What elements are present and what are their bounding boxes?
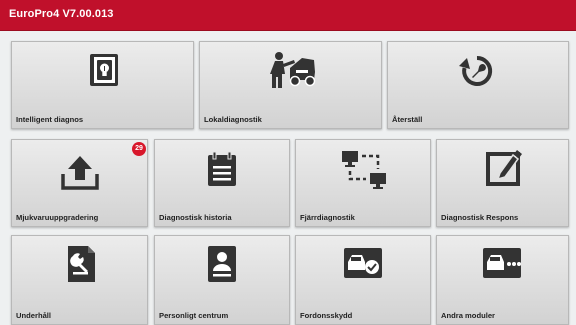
local-diagnose-icon — [270, 52, 316, 88]
tile-label: Underhåll — [16, 311, 52, 320]
tile-label: Återställ — [392, 115, 423, 124]
reset-icon — [459, 55, 493, 86]
tile-underhall[interactable]: Underhåll — [11, 235, 148, 325]
tile-diagnostisk-respons[interactable]: Diagnostisk Respons — [436, 139, 569, 227]
tile-intelligent-diagnos[interactable]: Intelligent diagnos — [11, 41, 194, 129]
tile-diagnostisk-historia[interactable]: Diagnostisk historia — [154, 139, 290, 227]
tile-label: Mjukvaruuppgradering — [16, 213, 99, 222]
tile-label: Intelligent diagnos — [16, 115, 84, 124]
tile-aterstall[interactable]: Återställ — [387, 41, 569, 129]
tile-mjukvaruuppgradering[interactable]: 29 Mjukvaruuppgradering — [11, 139, 148, 227]
clipboard-icon — [208, 151, 236, 186]
upload-icon — [61, 156, 99, 190]
remote-diagnose-icon — [342, 151, 386, 189]
title-bar: EuroPro4 V7.00.013 — [0, 0, 576, 31]
tile-label: Andra moduler — [441, 311, 496, 320]
tile-label: Diagnostisk historia — [159, 213, 232, 222]
other-modules-icon — [483, 248, 521, 278]
tile-personligt-centrum[interactable]: Personligt centrum — [154, 235, 290, 325]
tile-lokaldiagnostik[interactable]: Lokaldiagnostik — [199, 41, 382, 129]
tile-andra-moduler[interactable]: Andra moduler — [436, 235, 569, 325]
update-count-badge: 29 — [132, 142, 146, 156]
tile-fordonsskydd[interactable]: Fordonsskydd — [295, 235, 431, 325]
tile-label: Diagnostisk Respons — [441, 213, 519, 222]
tile-label: Fordonsskydd — [300, 311, 353, 320]
tile-fjarrdiagnostik[interactable]: Fjärrdiagnostik — [295, 139, 431, 227]
maintenance-doc-icon — [68, 246, 95, 282]
tile-label: Personligt centrum — [159, 311, 229, 320]
vehicle-protect-icon — [344, 248, 382, 278]
app-title: EuroPro4 V7.00.013 — [9, 8, 114, 20]
feedback-edit-icon — [486, 150, 522, 186]
tile-label: Fjärrdiagnostik — [300, 213, 355, 222]
tile-label: Lokaldiagnostik — [204, 115, 262, 124]
personal-center-icon — [208, 246, 236, 282]
smart-diagnose-icon — [90, 54, 118, 86]
